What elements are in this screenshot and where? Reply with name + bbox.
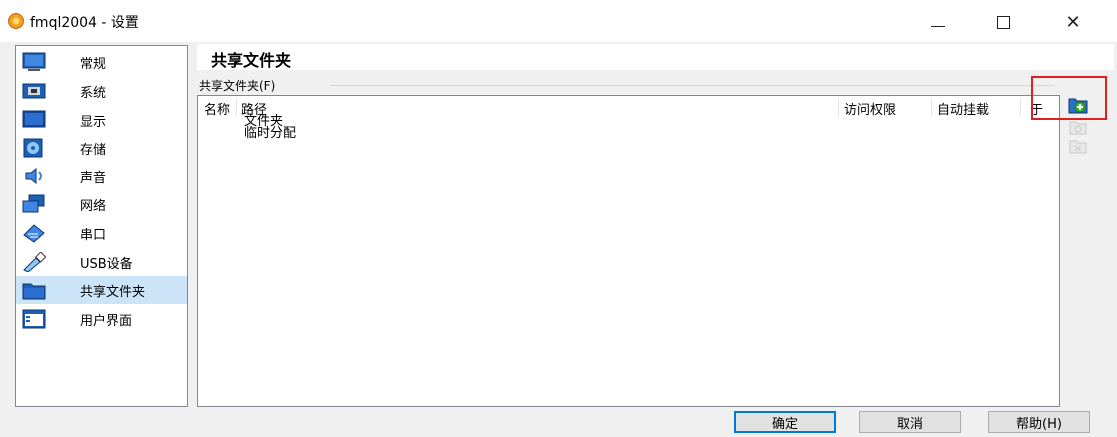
minimize-button[interactable] bbox=[915, 8, 961, 36]
settings-dialog: 常规 系统 显示 存储 声音 网络 串口 USB设备 共享文件夹 用户界面 共享… bbox=[0, 42, 1117, 437]
shared-folder-icon bbox=[22, 283, 46, 300]
sidebar-item-display[interactable]: 显示 bbox=[16, 106, 187, 134]
virtualbox-icon bbox=[8, 13, 24, 29]
column-header-access[interactable]: 访问权限 bbox=[844, 99, 896, 118]
sidebar-item-label: 用户界面 bbox=[80, 313, 133, 329]
shared-folders-list[interactable]: 名称 路径 访问权限 自动挂载 于 文件夹 临时分配 bbox=[197, 95, 1060, 407]
sidebar-item-label: 显示 bbox=[80, 114, 107, 130]
serial-port-icon bbox=[23, 224, 45, 243]
help-button[interactable]: 帮助(H) bbox=[988, 411, 1090, 433]
sidebar-item-label: 声音 bbox=[80, 170, 107, 186]
sidebar-item-label: 共享文件夹 bbox=[80, 284, 146, 300]
storage-icon bbox=[23, 138, 43, 158]
sidebar-item-label: 网络 bbox=[80, 198, 107, 214]
window-title: fmql2004 - 设置 bbox=[30, 15, 139, 31]
group-divider bbox=[330, 85, 1055, 86]
column-divider bbox=[1020, 98, 1021, 116]
audio-icon bbox=[25, 167, 42, 185]
page-header: 共享文件夹 bbox=[197, 44, 1114, 70]
network-icon bbox=[22, 194, 45, 213]
column-header-auto-mount[interactable]: 自动挂载 bbox=[937, 99, 989, 118]
sidebar-item-label: USB设备 bbox=[80, 256, 133, 272]
sidebar-item-label: 存储 bbox=[80, 142, 107, 158]
ok-button[interactable]: 确定 bbox=[734, 411, 836, 433]
column-divider bbox=[236, 98, 237, 116]
minimize-icon bbox=[931, 25, 945, 27]
sidebar-item-storage[interactable]: 存储 bbox=[16, 134, 187, 162]
sidebar-item-label: 系统 bbox=[80, 85, 107, 101]
sidebar-item-label: 串口 bbox=[80, 227, 107, 243]
tree-item-transient-folders[interactable]: 临时分配 bbox=[244, 127, 296, 141]
shared-folders-group-label: 共享文件夹(F) bbox=[199, 77, 282, 94]
sidebar-item-user-interface[interactable]: 用户界面 bbox=[16, 305, 187, 333]
title-bar: fmql2004 - 设置 ✕ bbox=[0, 0, 1117, 42]
sidebar-item-label: 常规 bbox=[80, 56, 107, 72]
settings-sidebar: 常规 系统 显示 存储 声音 网络 串口 USB设备 共享文件夹 用户界面 bbox=[15, 45, 188, 407]
user-interface-icon bbox=[22, 309, 46, 329]
sidebar-item-audio[interactable]: 声音 bbox=[16, 162, 187, 190]
highlight-annotation bbox=[1031, 76, 1107, 120]
general-icon bbox=[22, 52, 46, 71]
edit-shared-folder-icon bbox=[1069, 121, 1087, 135]
sidebar-item-usb[interactable]: USB设备 bbox=[16, 248, 187, 276]
cancel-button[interactable]: 取消 bbox=[859, 411, 961, 433]
column-divider bbox=[838, 98, 839, 116]
system-icon bbox=[22, 83, 46, 99]
sidebar-item-general[interactable]: 常规 bbox=[16, 48, 187, 76]
maximize-icon bbox=[996, 15, 1010, 29]
sidebar-item-serial-port[interactable]: 串口 bbox=[16, 219, 187, 247]
sidebar-item-network[interactable]: 网络 bbox=[16, 190, 187, 218]
column-divider bbox=[931, 98, 932, 116]
page-title: 共享文件夹 bbox=[211, 51, 292, 70]
display-icon bbox=[22, 110, 46, 128]
column-header-name[interactable]: 名称 bbox=[204, 99, 230, 118]
close-icon: ✕ bbox=[1065, 11, 1081, 33]
usb-icon bbox=[23, 252, 46, 272]
sidebar-item-system[interactable]: 系统 bbox=[16, 77, 187, 105]
maximize-button[interactable] bbox=[980, 8, 1026, 36]
sidebar-item-shared-folders[interactable]: 共享文件夹 bbox=[16, 276, 187, 304]
close-button[interactable]: ✕ bbox=[1050, 8, 1096, 36]
remove-shared-folder-icon bbox=[1069, 140, 1087, 154]
